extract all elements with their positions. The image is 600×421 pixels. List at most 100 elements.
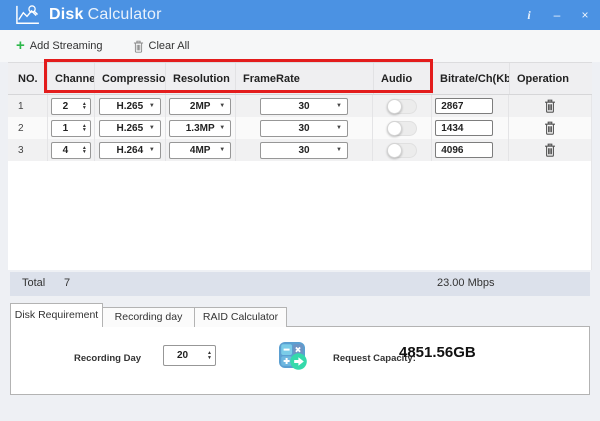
framerate-value: 30 [298,101,309,112]
channels-value: 2 [52,101,79,112]
framerate-select[interactable]: 30 ▼ [260,98,348,115]
header-operation: Operation [510,63,592,94]
table-header: NO. Channels Compression Resolution Fram… [8,62,592,95]
header-bitrate: Bitrate/Ch(Kbps) [433,63,510,94]
table-row: 3 4 ▲▼ H.264 ▼ 4MP ▼ [8,139,591,161]
plus-icon: + [16,40,25,52]
bitrate-input[interactable] [435,98,493,114]
compression-select[interactable]: H.264 ▼ [99,142,161,159]
tab-recording-day[interactable]: Recording day [102,307,195,327]
delete-row-button[interactable] [542,119,558,137]
spinner-updown-icon[interactable]: ▲▼ [79,146,90,155]
trash-icon [544,143,556,157]
header-channels: Channels [48,63,95,94]
resolution-value: 1.3MP [186,123,215,134]
row-number: 2 [8,117,48,139]
toggle-knob [387,143,402,158]
total-channels-value: 7 [64,277,70,289]
channels-spinner[interactable]: 1 ▲▼ [51,120,91,137]
row-number: 1 [8,95,48,117]
add-streaming-button[interactable]: + Add Streaming [16,40,103,52]
compression-value: H.264 [116,145,143,156]
chevron-down-icon: ▼ [149,147,155,153]
channels-spinner[interactable]: 4 ▲▼ [51,142,91,159]
trash-icon [133,40,144,53]
clear-all-button[interactable]: Clear All [133,40,190,53]
spinner-updown-icon[interactable]: ▲▼ [79,102,90,111]
framerate-value: 30 [298,123,309,134]
total-label: Total [22,277,45,289]
calculate-button[interactable] [278,341,308,371]
compression-value: H.265 [116,123,143,134]
table-row: 2 1 ▲▼ H.265 ▼ 1.3MP ▼ [8,117,591,139]
toggle-knob [387,121,402,136]
minimize-button[interactable]: – [550,0,564,30]
app-title: DiskCalculator [49,6,162,24]
chevron-down-icon: ▼ [336,147,342,153]
chevron-down-icon: ▼ [219,125,225,131]
resolution-value: 2MP [190,101,211,112]
total-bandwidth-value: 23.00 Mbps [437,277,494,289]
framerate-value: 30 [298,145,309,156]
resolution-select[interactable]: 1.3MP ▼ [169,120,231,137]
bitrate-input[interactable] [435,120,493,136]
header-framerate: FrameRate [236,63,374,94]
compression-value: H.265 [116,101,143,112]
total-bar: Total 7 23.00 Mbps [10,272,590,296]
app-logo-chart-magnifier-icon [12,4,42,26]
recording-day-spinner[interactable]: 20 ▲▼ [163,345,216,366]
row-number: 3 [8,139,48,161]
request-capacity-value: 4851.56GB [399,344,476,361]
channels-value: 1 [52,123,79,134]
toggle-knob [387,99,402,114]
header-no: NO. [8,63,48,94]
app-title-light: Calculator [88,6,162,23]
chevron-down-icon: ▼ [219,147,225,153]
info-button[interactable]: i [522,0,536,30]
table-body: 1 2 ▲▼ H.265 ▼ 2MP ▼ [8,95,592,270]
chevron-down-icon: ▼ [336,125,342,131]
header-resolution: Resolution [166,63,236,94]
clear-all-label: Clear All [149,40,190,52]
chevron-down-icon: ▼ [219,103,225,109]
close-button[interactable]: × [578,0,592,30]
disk-requirement-panel: Recording Day 20 ▲▼ Request Capacity: 48… [10,326,590,395]
toolbar: + Add Streaming Clear All [0,30,600,62]
title-bar: DiskCalculator i – × [0,0,600,30]
audio-toggle[interactable] [387,121,417,136]
recording-day-value: 20 [164,350,204,361]
spinner-updown-icon[interactable]: ▲▼ [204,351,215,360]
app-window: DiskCalculator i – × + Add Streaming Cle… [0,0,600,421]
channels-spinner[interactable]: 2 ▲▼ [51,98,91,115]
resolution-select[interactable]: 4MP ▼ [169,142,231,159]
compression-select[interactable]: H.265 ▼ [99,98,161,115]
chevron-down-icon: ▼ [149,125,155,131]
table-row: 1 2 ▲▼ H.265 ▼ 2MP ▼ [8,95,591,117]
calculator-icon [278,341,308,371]
spinner-updown-icon[interactable]: ▲▼ [79,124,90,133]
audio-toggle[interactable] [387,143,417,158]
resolution-value: 4MP [190,145,211,156]
trash-icon [544,121,556,135]
tab-strip: Disk Requirement Recording day RAID Calc… [10,303,287,327]
framerate-select[interactable]: 30 ▼ [260,142,348,159]
tab-raid-calculator[interactable]: RAID Calculator [194,307,287,327]
add-streaming-label: Add Streaming [30,40,103,52]
header-compression: Compression [95,63,166,94]
delete-row-button[interactable] [542,97,558,115]
chevron-down-icon: ▼ [336,103,342,109]
bitrate-input[interactable] [435,142,493,158]
channels-value: 4 [52,145,79,156]
compression-select[interactable]: H.265 ▼ [99,120,161,137]
tab-disk-requirement[interactable]: Disk Requirement [10,303,103,327]
resolution-select[interactable]: 2MP ▼ [169,98,231,115]
delete-row-button[interactable] [542,141,558,159]
window-controls: i – × [522,0,592,30]
audio-toggle[interactable] [387,99,417,114]
header-audio: Audio [374,63,433,94]
framerate-select[interactable]: 30 ▼ [260,120,348,137]
trash-icon [544,99,556,113]
recording-day-label: Recording Day [74,353,141,364]
chevron-down-icon: ▼ [149,103,155,109]
app-title-bold: Disk [49,6,84,23]
